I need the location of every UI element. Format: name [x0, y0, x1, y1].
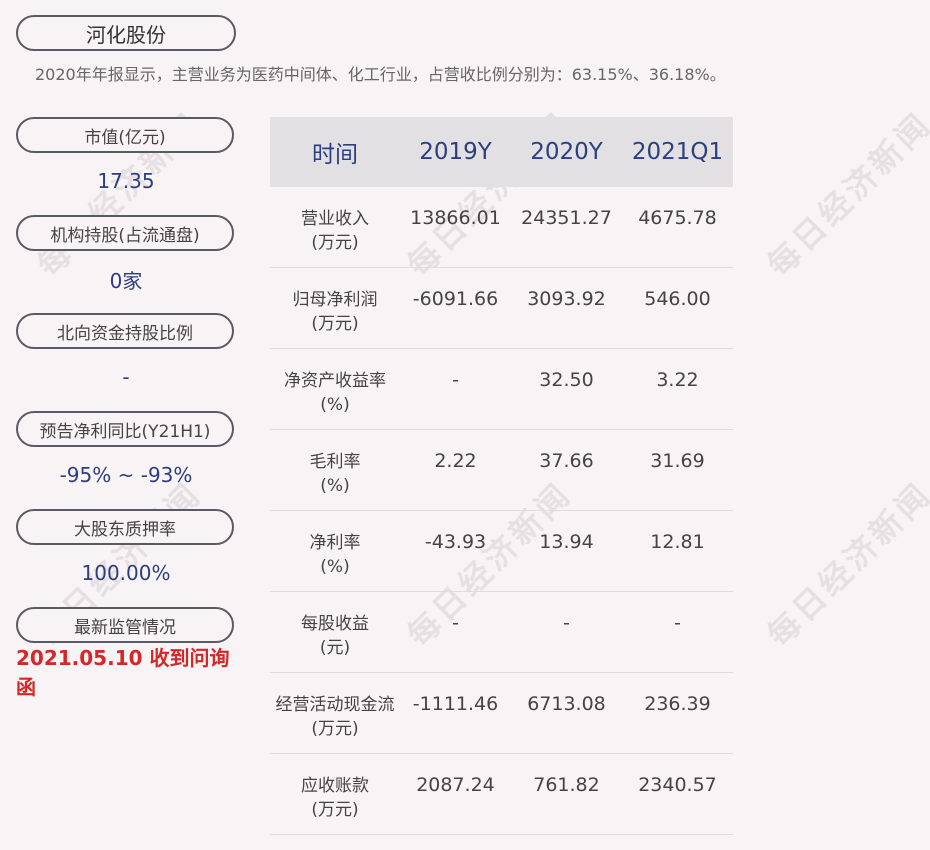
table-cell: 4675.78: [638, 207, 717, 229]
table-cell: 2.22: [434, 450, 477, 472]
column-header: 时间: [312, 142, 358, 168]
row-label-text: 每股收益: [301, 614, 369, 634]
column-header: 2021Q1: [631, 139, 724, 165]
table-cell: 2340.57: [638, 774, 717, 796]
table-cell: -6091.66: [412, 288, 499, 310]
row-label: 净利率 (%): [270, 511, 400, 591]
metric-value: -95% ~ -93%: [59, 463, 193, 487]
table-cell: 13866.01: [410, 207, 501, 229]
metric-regulatory-status: 最新监管情况 2021.05.10 收到问询函: [16, 607, 236, 705]
metric-label: 最新监管情况: [16, 607, 234, 643]
table-header: 时间 2019Y 2020Y 2021Q1: [270, 117, 733, 187]
table-cell: -: [563, 612, 570, 634]
row-label: 每股收益 (元): [270, 592, 400, 672]
row-unit: (万元): [311, 800, 359, 820]
table-row: 经营活动现金流 (万元) -1111.46 6713.08 236.39: [270, 673, 733, 754]
table-cell: 2087.24: [416, 774, 495, 796]
row-unit: (%): [320, 476, 350, 496]
watermark: 每日经济新闻: [759, 104, 930, 285]
metric-northbound-ratio: 北向资金持股比例 -: [16, 313, 236, 411]
table-cell: 6713.08: [527, 693, 606, 715]
row-label-text: 归母净利润: [292, 290, 378, 310]
table-cell: 12.81: [650, 531, 705, 553]
row-label: 毛利率 (%): [270, 430, 400, 510]
metric-label: 机构持股(占流通盘): [16, 215, 234, 251]
table-body: 营业收入 (万元) 13866.01 24351.27 4675.78 归母净利润 (万元)…: [270, 187, 733, 835]
metric-label: 预告净利同比(Y21H1): [16, 411, 234, 447]
table-cell: 236.39: [644, 693, 711, 715]
metric-profit-forecast: 预告净利同比(Y21H1) -95% ~ -93%: [16, 411, 236, 509]
row-unit: (万元): [311, 719, 359, 739]
table-row: 毛利率 (%) 2.22 37.66 31.69: [270, 430, 733, 511]
metrics-panel: 市值(亿元) 17.35 机构持股(占流通盘) 0家 北向资金持股比例 - 预告…: [16, 117, 236, 705]
row-unit: (万元): [311, 233, 359, 253]
row-label-text: 净利率: [309, 533, 361, 553]
row-label: 净资产收益率 (%): [270, 349, 400, 429]
table-cell: 32.50: [539, 369, 594, 391]
row-label: 经营活动现金流 (万元): [270, 673, 400, 753]
row-unit: (元): [319, 638, 351, 658]
table-row: 归母净利润 (万元) -6091.66 3093.92 546.00: [270, 268, 733, 349]
row-label-text: 营业收入: [301, 209, 369, 229]
table-cell: -: [674, 612, 681, 634]
column-header: 2020Y: [530, 139, 603, 165]
table-cell: 761.82: [533, 774, 600, 796]
row-label: 营业收入 (万元): [270, 187, 400, 267]
row-label-text: 经营活动现金流: [275, 695, 395, 715]
company-name: 河化股份: [16, 15, 236, 51]
row-unit: (%): [320, 395, 350, 415]
table-cell: -: [452, 612, 459, 634]
metric-label: 大股东质押率: [16, 509, 234, 545]
financial-table: 时间 2019Y 2020Y 2021Q1 营业收入 (万元) 13866.01 24…: [270, 117, 733, 835]
metric-value: 100.00%: [81, 561, 171, 585]
row-unit: (%): [320, 557, 350, 577]
metric-pledge-ratio: 大股东质押率 100.00%: [16, 509, 236, 607]
table-row: 每股收益 (元) - - -: [270, 592, 733, 673]
watermark: 每日经济新闻: [759, 474, 930, 655]
column-header: 2019Y: [419, 139, 492, 165]
metric-value: 0家: [109, 268, 143, 293]
row-label: 应收账款 (万元): [270, 754, 400, 834]
table-cell: -1111.46: [412, 693, 499, 715]
metric-value: 17.35: [97, 169, 155, 193]
table-cell: 3.22: [656, 369, 699, 391]
table-cell: -43.93: [424, 531, 487, 553]
row-label: 归母净利润 (万元): [270, 268, 400, 348]
table-cell: 24351.27: [521, 207, 612, 229]
table-cell: 31.69: [650, 450, 705, 472]
table-cell: 546.00: [644, 288, 711, 310]
table-cell: -: [452, 369, 459, 391]
metric-market-cap: 市值(亿元) 17.35: [16, 117, 236, 215]
table-row: 营业收入 (万元) 13866.01 24351.27 4675.78: [270, 187, 733, 268]
table-row: 应收账款 (万元) 2087.24 761.82 2340.57: [270, 754, 733, 835]
table-cell: 3093.92: [527, 288, 606, 310]
row-unit: (万元): [311, 314, 359, 334]
table-cell: 37.66: [539, 450, 594, 472]
business-summary: 2020年年报显示，主营业务为医药中间体、化工行业，占营收比例分别为：63.15…: [35, 65, 726, 84]
table-cell: 13.94: [539, 531, 594, 553]
row-label-text: 应收账款: [301, 776, 369, 796]
table-row: 净资产收益率 (%) - 32.50 3.22: [270, 349, 733, 430]
metric-label: 北向资金持股比例: [16, 313, 234, 349]
table-row: 净利率 (%) -43.93 13.94 12.81: [270, 511, 733, 592]
metric-value: -: [122, 365, 130, 389]
row-label-text: 净资产收益率: [284, 371, 386, 391]
metric-institutional-holdings: 机构持股(占流通盘) 0家: [16, 215, 236, 313]
metric-label: 市值(亿元): [16, 117, 234, 153]
metric-value: 2021.05.10 收到问询函: [16, 646, 230, 699]
row-label-text: 毛利率: [309, 452, 361, 472]
